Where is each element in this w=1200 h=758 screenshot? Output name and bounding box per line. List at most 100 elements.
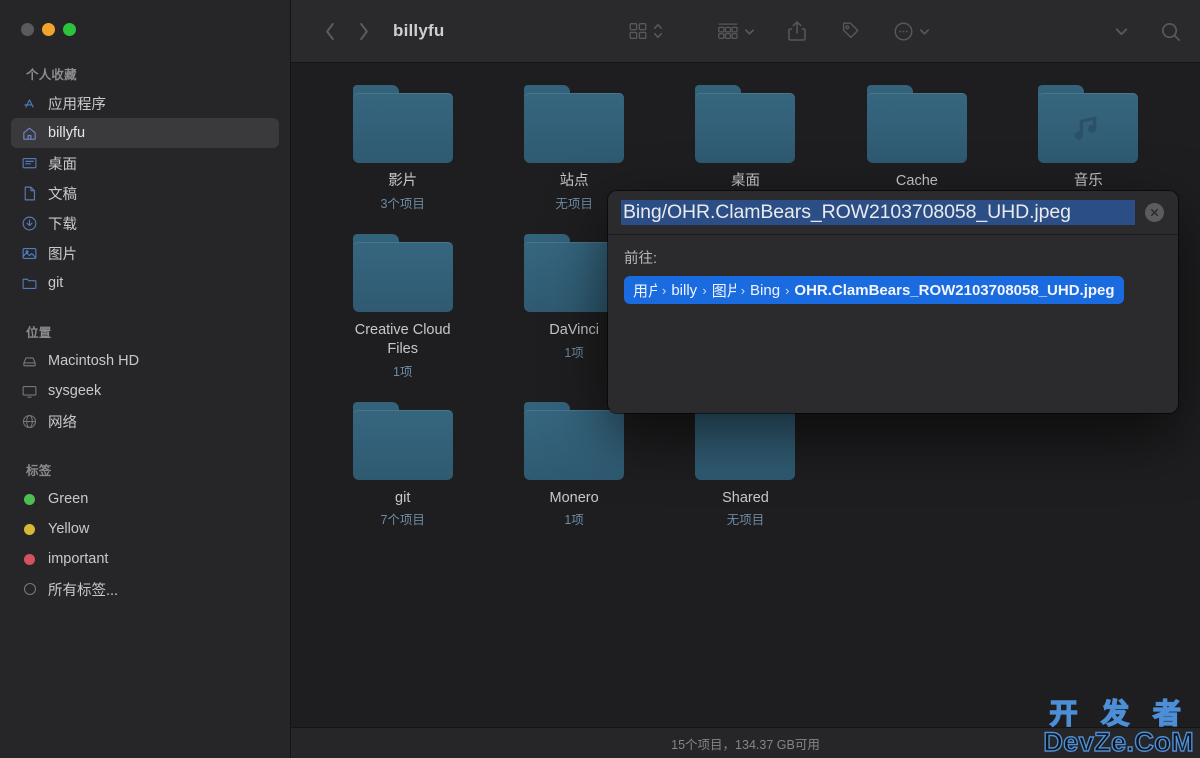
sidebar-item-label: important [48, 551, 109, 567]
tag-button[interactable] [838, 15, 862, 47]
sidebar-item-tag-green[interactable]: Green [11, 484, 279, 514]
file-count: 无项目 [726, 513, 765, 528]
folder-icon [524, 85, 625, 163]
file-count: 无项目 [555, 196, 593, 211]
sidebar-item-label: 下载 [48, 216, 77, 233]
sidebar-section-tags-title: 标签 [26, 464, 52, 478]
file-name: Cache [895, 173, 938, 189]
sidebar-item-sysgeek[interactable]: sysgeek [11, 376, 279, 406]
share-button[interactable] [786, 15, 808, 47]
sidebar-item-label: 图片 [48, 246, 77, 263]
sidebar-item-billyfu[interactable]: billyfu [11, 118, 279, 148]
sidebar-item-all-tags[interactable]: 所有标签... [11, 574, 279, 604]
group-by-button[interactable] [716, 15, 740, 47]
sidebar-item-label: Green [48, 491, 89, 507]
search-icon[interactable] [1159, 15, 1182, 47]
music-note-icon [1038, 93, 1138, 163]
downloads-icon [20, 214, 39, 233]
action-menu-button[interactable] [892, 15, 915, 47]
network-globe-icon [20, 412, 39, 431]
sidebar-item-label: sysgeek [48, 383, 102, 399]
action-menu-control [892, 15, 931, 47]
file-count: 1项 [564, 513, 584, 528]
go-to-folder-field-row: Bing/OHR.ClamBears_ROW2103708058_UHD.jpe… [608, 191, 1178, 235]
file-name: DaVinci [549, 321, 599, 338]
window-controls [0, 0, 290, 56]
sidebar-section-favorites: 应用程序 billyfu 桌面 文稿 下载 图片 git [0, 88, 290, 298]
view-switcher [627, 15, 664, 47]
breadcrumb-separator: › [662, 282, 667, 298]
watermark-line-1: 开 发 者 [1049, 697, 1188, 730]
sidebar-item-applications[interactable]: 应用程序 [11, 88, 279, 118]
main-area: billyfu 影片 3个项目 站点 无项目 桌面 Cache 音乐 Creat… [291, 0, 1200, 758]
breadcrumb-separator: › [740, 282, 746, 298]
file-name: 桌面 [730, 173, 760, 189]
watermark: 开 发 者 DevZe.CoM [1043, 697, 1195, 757]
sidebar-item-pictures[interactable]: 图片 [11, 238, 279, 268]
document-icon [20, 184, 39, 203]
file-count: 1项 [392, 364, 413, 379]
folder-icon [352, 233, 453, 312]
folder-icon [1038, 85, 1139, 163]
page-title: billyfu [393, 21, 445, 40]
go-to-label: 前往: [624, 251, 658, 267]
more-chevron[interactable] [1114, 15, 1129, 47]
file-count: 1项 [564, 345, 584, 360]
appstore-icon [20, 94, 39, 113]
file-item[interactable]: Shared 无项目 [660, 401, 831, 529]
file-item[interactable]: Monero 1项 [488, 401, 659, 529]
file-grid-area: 影片 3个项目 站点 无项目 桌面 1项 Cache 无项目 [291, 63, 1200, 727]
sidebar-item-label: 文稿 [48, 186, 77, 203]
folder-icon [695, 85, 796, 163]
sidebar-item-downloads[interactable]: 下载 [11, 208, 279, 238]
sidebar-item-network[interactable]: 网络 [11, 406, 279, 436]
group-by-chevron[interactable] [743, 15, 756, 47]
file-name: Shared [722, 489, 769, 506]
sidebar-section-locations: Macintosh HD sysgeek 网络 [0, 346, 290, 436]
go-to-folder-body: 前往: 用户 › billyfu › 图片 › Bing › OHR.ClamB… [608, 235, 1178, 304]
folder-icon [695, 401, 796, 480]
close-button[interactable] [21, 23, 34, 36]
maximize-button[interactable] [63, 23, 76, 36]
sidebar-item-documents[interactable]: 文稿 [11, 178, 279, 208]
sidebar-item-tag-important[interactable]: important [11, 544, 279, 574]
sidebar-item-git[interactable]: git [11, 268, 279, 298]
folder-icon [352, 401, 453, 480]
sidebar: 个人收藏 应用程序 billyfu 桌面 文稿 下载 图片 git 位置 Mac… [0, 0, 291, 758]
breadcrumb-filename: OHR.ClamBears_ROW2103708058_UHD.jpeg [794, 281, 1115, 299]
clear-circle-icon[interactable] [1145, 203, 1164, 222]
file-item[interactable]: git 7个项目 [317, 401, 488, 529]
sidebar-item-desktop[interactable]: 桌面 [11, 148, 279, 178]
sidebar-divider-1 [0, 298, 290, 314]
home-icon [20, 124, 39, 143]
action-menu-chevron[interactable] [918, 15, 931, 47]
toolbar: billyfu [291, 0, 1200, 63]
file-count: 7个项目 [380, 513, 425, 528]
forward-button[interactable] [347, 16, 381, 46]
group-by-control [716, 15, 756, 47]
back-button[interactable] [313, 16, 347, 46]
path-suggestion[interactable]: 用户 › billyfu › 图片 › Bing › OHR.ClamBears… [624, 276, 1124, 304]
sidebar-item-label: Macintosh HD [48, 353, 140, 369]
breadcrumb-segment: billyfu [671, 281, 698, 299]
go-to-folder-dialog: Bing/OHR.ClamBears_ROW2103708058_UHD.jpe… [608, 191, 1178, 413]
go-to-folder-input[interactable]: Bing/OHR.ClamBears_ROW2103708058_UHD.jpe… [621, 200, 1135, 225]
tag-ring-icon [20, 580, 39, 599]
sidebar-item-tag-yellow[interactable]: Yellow [11, 514, 279, 544]
file-item[interactable]: 影片 3个项目 [317, 85, 488, 212]
sidebar-item-label: 桌面 [48, 156, 77, 173]
sidebar-item-macintosh-hd[interactable]: Macintosh HD [11, 346, 279, 376]
sidebar-section-favorites-title: 个人收藏 [26, 68, 77, 82]
file-item[interactable]: Creative Cloud Files 1项 [317, 233, 488, 380]
finder-window: 个人收藏 应用程序 billyfu 桌面 文稿 下载 图片 git 位置 Mac… [0, 0, 1200, 758]
icon-view-button[interactable] [627, 15, 649, 47]
desktop-icon [20, 154, 39, 173]
minimize-button[interactable] [42, 23, 55, 36]
sidebar-item-label: 所有标签... [48, 582, 119, 599]
sidebar-divider-2 [0, 436, 290, 452]
harddisk-icon [20, 352, 39, 371]
view-stepper[interactable] [652, 15, 664, 47]
watermark-line-2: DevZe.CoM [1043, 727, 1195, 757]
breadcrumb-segment: Bing [750, 281, 781, 299]
file-name: 音乐 [1073, 173, 1103, 189]
